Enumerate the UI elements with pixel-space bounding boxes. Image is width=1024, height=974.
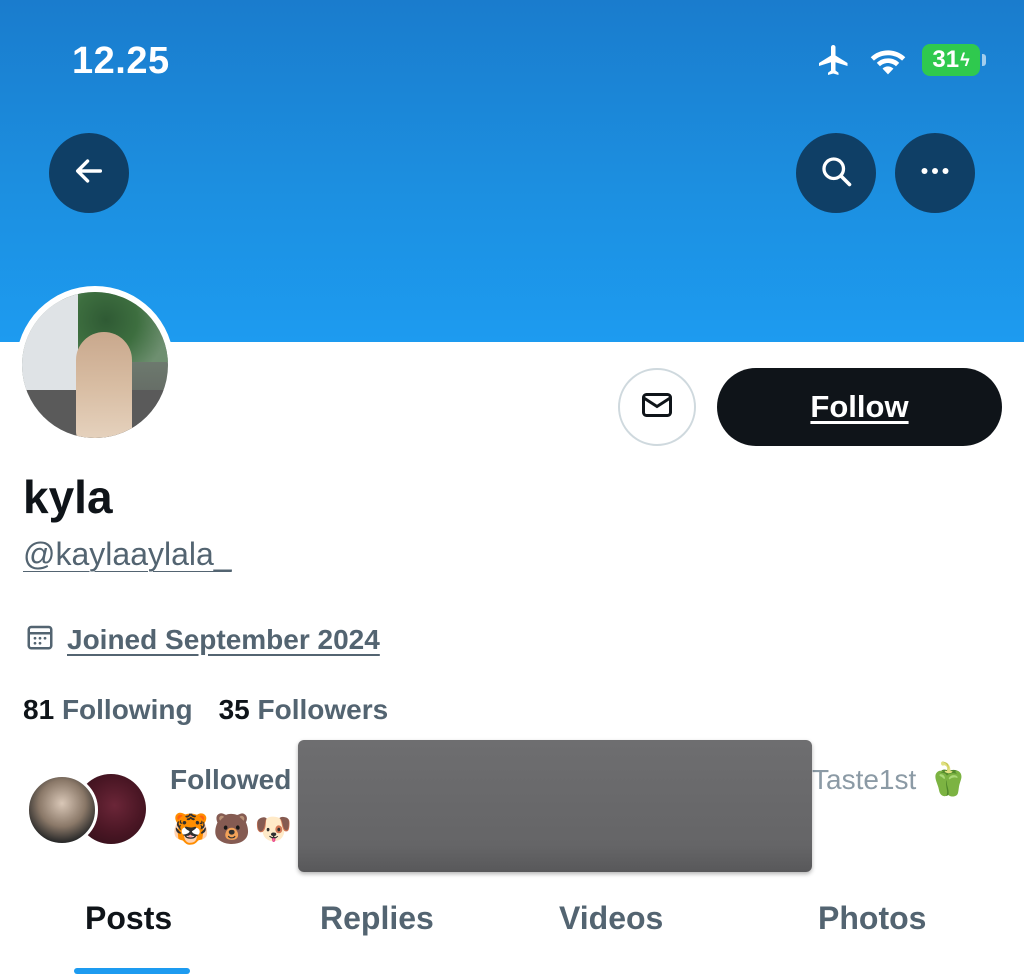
arrow-left-icon <box>72 154 106 193</box>
tab-photos[interactable]: Photos <box>818 900 926 937</box>
search-icon <box>818 153 854 194</box>
message-button[interactable] <box>618 368 696 446</box>
redaction-block <box>298 740 812 872</box>
followers-count: 35 <box>218 694 250 725</box>
status-icons: 31 ϟ <box>814 42 986 78</box>
mutual-avatar[interactable] <box>26 774 98 846</box>
follow-button[interactable]: Follow <box>717 368 1002 446</box>
followed-by-emojis: 🐯🐻🐶 <box>172 813 297 846</box>
profile-handle: @kaylaaylala_ <box>23 536 232 572</box>
display-name: kyla <box>23 471 113 523</box>
followed-by-name[interactable]: Taste1st <box>812 764 916 796</box>
airplane-icon <box>814 42 854 78</box>
followed-by-text[interactable]: Followed <box>170 764 291 796</box>
battery-charging-icon: 31 ϟ <box>922 44 986 76</box>
followers-label: Followers <box>257 694 389 725</box>
wifi-icon <box>868 44 908 76</box>
follow-counts: 81 Following 35 Followers <box>23 694 388 726</box>
more-button[interactable] <box>895 133 975 213</box>
following-count: 81 <box>23 694 55 725</box>
calendar-icon <box>25 622 55 657</box>
following-link[interactable]: 81 Following <box>23 694 193 726</box>
avatar-photo <box>22 292 168 438</box>
tab-videos[interactable]: Videos <box>559 900 663 937</box>
more-icon <box>917 153 953 194</box>
mail-icon <box>639 387 675 428</box>
pepper-emoji: 🫑 <box>928 761 968 797</box>
active-tab-indicator <box>74 968 190 974</box>
back-button[interactable] <box>49 133 129 213</box>
status-time: 12.25 <box>72 40 170 82</box>
followers-link[interactable]: 35 Followers <box>219 694 389 726</box>
search-button[interactable] <box>796 133 876 213</box>
tab-posts[interactable]: Posts <box>85 900 172 937</box>
profile-tabs: Posts Replies Videos Photos <box>0 880 1024 974</box>
battery-level: 31 <box>932 46 960 73</box>
following-label: Following <box>61 694 193 725</box>
profile-avatar[interactable] <box>16 286 174 444</box>
joined-date: Joined September 2024 <box>25 622 380 657</box>
joined-text: Joined September 2024 <box>67 623 380 655</box>
tab-replies[interactable]: Replies <box>320 900 434 937</box>
